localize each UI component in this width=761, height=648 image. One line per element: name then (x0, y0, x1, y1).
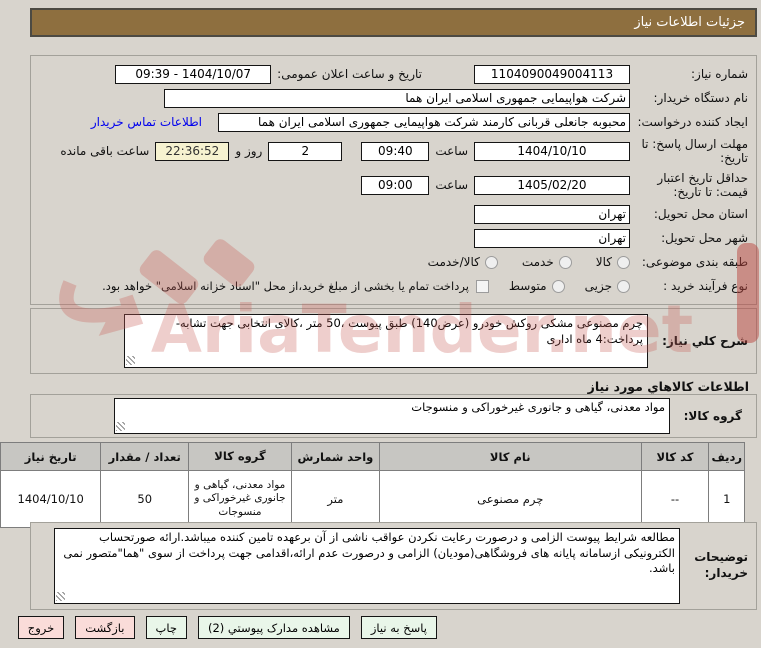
goods-group-label: گروه کالا: (683, 409, 742, 423)
goods-group-wrap (114, 398, 670, 434)
row-reply-deadline: مهلت ارسال پاسخ: تا تاریخ: ساعت روز و سا… (39, 136, 748, 166)
row-request-creator: ایجاد کننده درخواست: اطلاعات تماس خریدار (39, 112, 748, 132)
countdown-time-field (155, 141, 230, 161)
radio-minor-icon[interactable] (617, 279, 630, 293)
subject-option-goods-service-label: کالا/خدمت (427, 255, 480, 269)
goods-group-section: گروه کالا: (30, 394, 757, 438)
col-header-unit: واحد شمارش (290, 442, 380, 471)
cell-need-date: 1404/10/10 (0, 470, 102, 528)
countdown-suffix-label: ساعت باقی مانده (60, 144, 150, 158)
goods-info-heading: اطلاعات کالاهاي مورد نیاز (587, 379, 749, 394)
announce-datetime-label: تاریخ و ساعت اعلان عمومی: (277, 66, 422, 81)
need-description-label: شرح کلي نیاز: (662, 334, 748, 348)
need-description-section: شرح کلي نیاز: (30, 308, 757, 374)
exit-button[interactable]: خروج (17, 616, 65, 639)
col-header-row-number: ردیف (708, 442, 745, 471)
buyer-org-input[interactable] (164, 88, 630, 108)
cell-quantity: 50 (100, 470, 190, 528)
countdown-days-label: روز و (235, 144, 263, 158)
tender-detail-page: جزئیات اطلاعات نیاز شماره نیاز: تاریخ و … (0, 0, 761, 648)
cell-item-code: -- (640, 470, 710, 528)
buyer-contact-link[interactable]: اطلاعات تماس خریدار (91, 115, 202, 129)
process-option-minor-label: جزیی (584, 279, 612, 293)
col-header-item-name: نام کالا (378, 442, 642, 471)
need-number-input[interactable] (474, 64, 630, 84)
col-header-quantity: تعداد / مقدار (100, 442, 190, 471)
reply-deadline-date-input[interactable] (474, 141, 630, 161)
row-subject-class: طبقه بندی موضوعی: کالا خدمت کالا/خدمت (39, 252, 748, 272)
need-info-form: شماره نیاز: تاریخ و ساعت اعلان عمومی: نا… (30, 55, 757, 305)
radio-goods-icon[interactable] (617, 255, 630, 269)
cell-item-name: چرم مصنوعی (378, 470, 642, 528)
buyer-notes-wrap (54, 528, 680, 604)
countdown-days-input[interactable] (268, 141, 343, 161)
radio-medium-icon[interactable] (551, 279, 565, 293)
province-label: استان محل تحویل: (653, 206, 748, 221)
process-option-medium[interactable]: متوسط (509, 279, 565, 293)
subject-option-goods[interactable]: کالا (596, 255, 630, 269)
col-header-group: گروه کالا (188, 442, 292, 471)
need-number-label: شماره نیاز: (691, 66, 748, 81)
subject-class-label: طبقه بندی موضوعی: (641, 254, 748, 269)
price-validity-hour-label: ساعت (435, 178, 468, 192)
need-description-textarea[interactable] (124, 314, 648, 368)
subject-option-service-label: خدمت (521, 255, 554, 269)
cell-row-number: 1 (708, 470, 745, 528)
row-need-number: شماره نیاز: تاریخ و ساعت اعلان عمومی: (39, 64, 748, 84)
buyer-notes-textarea[interactable] (54, 528, 680, 604)
process-type-label: نوع فرآیند خرید : (663, 278, 748, 293)
treasury-checkbox-icon[interactable] (475, 279, 489, 293)
request-creator-label: ایجاد کننده درخواست: (637, 114, 748, 129)
col-header-item-code: کد کالا (640, 442, 710, 471)
price-validity-time-input[interactable] (361, 175, 430, 195)
treasury-payment-label: پرداخت تمام یا بخشی از مبلغ خرید،از محل … (102, 279, 469, 293)
row-province: استان محل تحویل: (39, 204, 748, 224)
buyer-org-label: نام دستگاه خریدار: (653, 90, 749, 105)
back-button[interactable]: بازگشت (75, 616, 135, 639)
goods-table-header-row: ردیف کد کالا نام کالا واحد شمارش گروه کا… (0, 442, 745, 471)
action-button-bar: پاسخ به نیاز مشاهده مدارک پیوستي (2) چاپ… (17, 616, 437, 639)
cell-unit: متر (290, 470, 380, 528)
reply-to-need-button[interactable]: پاسخ به نیاز (360, 616, 437, 639)
table-row: 1 -- چرم مصنوعی متر مواد معدنی، گیاهی و … (0, 470, 745, 528)
buyer-notes-section: توضیحات خریدار: (30, 522, 757, 610)
price-validity-date-input[interactable] (474, 175, 630, 195)
row-price-validity: حداقل تاریخ اعتبار قیمت: تا تاریخ: ساعت (39, 170, 748, 200)
reply-deadline-hour-label: ساعت (435, 144, 468, 158)
goods-group-textarea[interactable] (114, 398, 670, 434)
print-button[interactable]: چاپ (145, 616, 187, 639)
announce-datetime-input[interactable] (115, 64, 272, 84)
row-city: شهر محل تحویل: (39, 228, 748, 248)
subject-option-service[interactable]: خدمت (522, 255, 572, 269)
request-creator-input[interactable] (218, 112, 630, 132)
city-input[interactable] (474, 228, 630, 248)
process-option-medium-label: متوسط (508, 279, 547, 293)
process-option-minor[interactable]: جزیی (585, 279, 630, 293)
subject-option-goods-label: کالا (595, 255, 612, 269)
price-validity-label: حداقل تاریخ اعتبار قیمت: تا تاریخ: (657, 170, 748, 199)
row-process-type: نوع فرآیند خرید : جزیی متوسط پرداخت تمام… (39, 276, 748, 296)
goods-table: ردیف کد کالا نام کالا واحد شمارش گروه کا… (0, 442, 745, 528)
treasury-payment-option[interactable]: پرداخت تمام یا بخشی از مبلغ خرید،از محل … (102, 279, 489, 293)
reply-deadline-time-input[interactable] (361, 141, 430, 161)
need-description-wrap (124, 314, 648, 368)
radio-goods-service-icon[interactable] (484, 255, 498, 269)
buyer-notes-label: توضیحات خریدار: (694, 550, 748, 580)
reply-deadline-label: مهلت ارسال پاسخ: تا تاریخ: (641, 136, 748, 165)
page-title-bar: جزئیات اطلاعات نیاز (30, 8, 757, 37)
cell-group: مواد معدنی، گیاهی و جانوری غیرخوراکی و م… (188, 470, 292, 528)
col-header-need-date: تاریخ نیاز (0, 442, 102, 471)
province-input[interactable] (474, 204, 630, 224)
city-label: شهر محل تحویل: (661, 230, 748, 245)
page-title: جزئیات اطلاعات نیاز (634, 15, 745, 30)
view-attachments-button[interactable]: مشاهده مدارک پیوستي (2) (197, 616, 350, 639)
radio-service-icon[interactable] (558, 255, 572, 269)
subject-option-goods-service[interactable]: کالا/خدمت (428, 255, 498, 269)
row-buyer-org: نام دستگاه خریدار: (39, 88, 748, 108)
